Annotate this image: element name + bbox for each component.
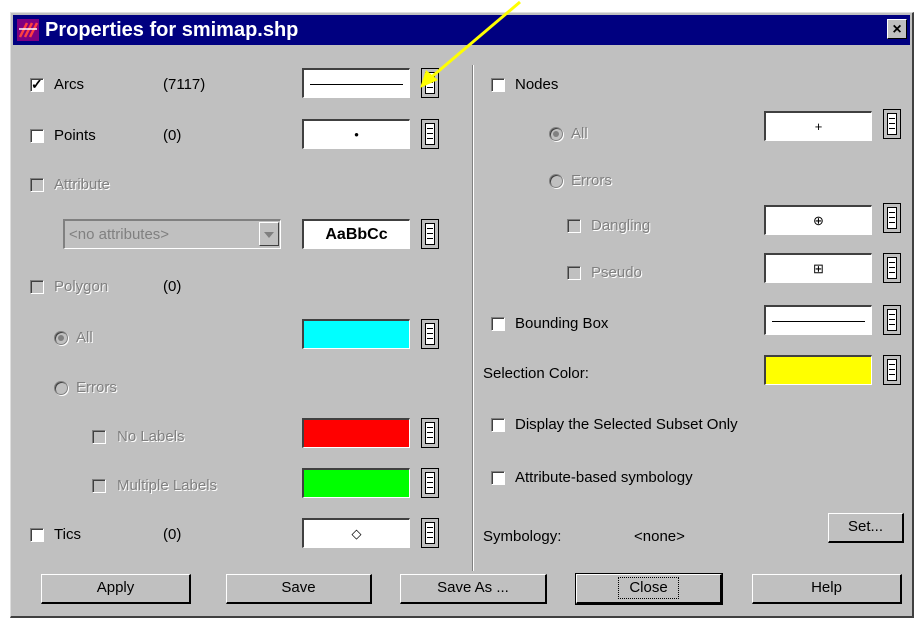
annotation-arrow: [420, 0, 521, 88]
